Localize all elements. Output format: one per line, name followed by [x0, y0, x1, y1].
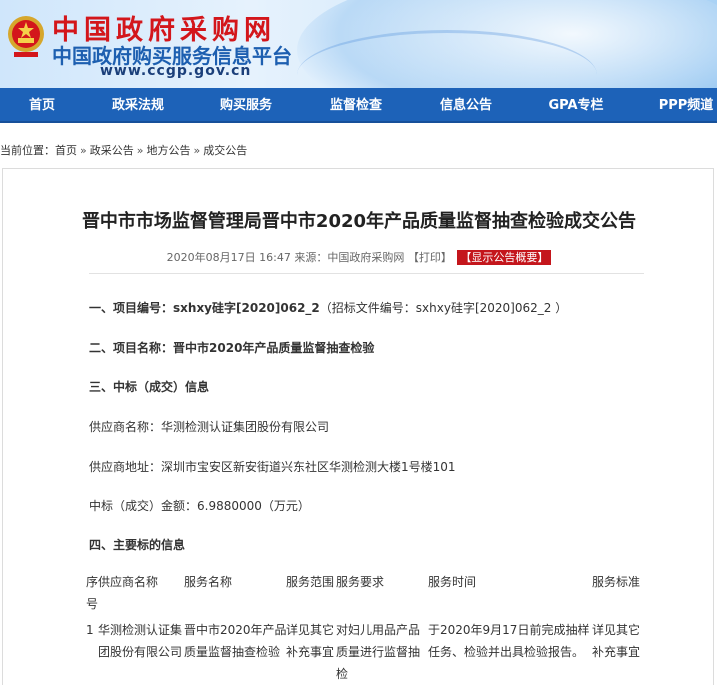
nav-item-supervision[interactable]: 监督检查	[318, 88, 394, 123]
show-summary-button[interactable]: 【显示公告概要】	[457, 250, 552, 265]
table-header-no: 序	[86, 575, 99, 589]
table-header-service: 服务名称	[184, 575, 233, 589]
site-url: www.ccgp.gov.cn	[100, 63, 252, 79]
nav-item-announcements[interactable]: 信息公告	[428, 88, 504, 123]
table-cell-requirement-3: 检	[336, 667, 349, 681]
table-cell-time-2: 任务、检验并出具检验报告。	[428, 645, 585, 659]
items-table-body: 序 号 供应商名称 服务名称 服务范围 服务要求 服务时间 服务标准 1 华测检…	[86, 571, 646, 685]
table-cell-service-2: 质量监督抽查检验	[184, 645, 281, 659]
table-header-scope: 服务范围	[286, 575, 335, 589]
table-cell-requirement: 对妇儿用品产品	[336, 623, 421, 637]
supplier-name: 供应商名称：华测检测认证集团股份有限公司	[89, 420, 330, 434]
table-cell-scope-2: 补充事宜	[286, 645, 335, 659]
section-heading-bid-info: 三、中标（成交）信息	[89, 380, 210, 394]
breadcrumb: 当前位置：首页» 政采公告» 地方公告» 成交公告	[0, 142, 247, 158]
breadcrumb-item-local[interactable]: 地方公告	[146, 144, 190, 157]
table-cell-service: 晋中市2020年产品	[184, 623, 287, 637]
nav-item-ppp[interactable]: PPP频道	[648, 88, 717, 123]
article-title: 晋中市市场监督管理局晋中市2020年产品质量监督抽查检验成交公告	[81, 211, 637, 232]
breadcrumb-separator: »	[193, 144, 201, 157]
breadcrumb-item-home[interactable]: 首页	[55, 144, 77, 157]
project-name-value: 晋中市2020年产品质量监督抽查检验	[173, 341, 375, 355]
project-number-line: 一、项目编号：sxhxy硅字[2020]062_2（招标文件编号：sxhxy硅字…	[89, 299, 567, 316]
article-meta: 2020年08月17日 16:47 来源：中国政府采购网 【打印】 【显示公告概…	[3, 249, 715, 265]
table-cell-requirement-2: 质量进行监督抽	[336, 645, 421, 659]
table-cell-standard: 详见其它	[592, 623, 641, 637]
table-cell-supplier: 华测检测认证集	[98, 623, 183, 637]
divider	[89, 273, 644, 274]
breadcrumb-prefix: 当前位置：	[0, 144, 55, 157]
table-cell-scope: 详见其它	[286, 623, 335, 637]
table-header-standard: 服务标准	[592, 575, 641, 589]
table-header-no-2: 号	[86, 597, 99, 611]
table-header-supplier: 供应商名称	[98, 575, 159, 589]
supplier-address: 供应商地址：深圳市宝安区新安街道兴东社区华测检测大楼1号楼101	[89, 460, 456, 474]
table-cell-time: 于2020年9月17日前完成抽样	[428, 623, 590, 637]
table-cell-supplier-2: 团股份有限公司	[98, 645, 183, 659]
project-name-line: 二、项目名称：晋中市2020年产品质量监督抽查检验	[89, 339, 374, 356]
nav-item-purchase-services[interactable]: 购买服务	[208, 88, 284, 123]
project-name-label: 二、项目名称：	[89, 341, 174, 355]
tender-doc-number: （招标文件编号：sxhxy硅字[2020]062_2 ）	[319, 301, 568, 315]
breadcrumb-separator: »	[80, 144, 87, 157]
project-number-value: sxhxy硅字[2020]062_2	[173, 301, 320, 315]
breadcrumb-separator: »	[136, 144, 144, 157]
publish-info: 2020年08月17日 16:47 来源：中国政府采购网	[166, 251, 405, 264]
project-number-label: 一、项目编号：	[89, 301, 174, 315]
breadcrumb-item-procurement[interactable]: 政采公告	[90, 144, 134, 157]
bid-amount: 中标（成交）金额：6.9880000（万元）	[89, 499, 310, 513]
nav-item-regulations[interactable]: 政采法规	[100, 88, 176, 123]
table-cell-no: 1	[86, 623, 94, 637]
table-header-requirement: 服务要求	[336, 575, 385, 589]
main-nav: 首页 政采法规 购买服务 监督检查 信息公告 GPA专栏 PPP频道	[0, 88, 717, 123]
print-link[interactable]: 【打印】	[408, 251, 452, 264]
section-heading-main-items: 四、主要标的信息	[89, 538, 186, 552]
table-header-time: 服务时间	[428, 575, 477, 589]
table-cell-standard-2: 补充事宜	[592, 645, 641, 659]
national-emblem-icon	[8, 16, 44, 57]
nav-item-home[interactable]: 首页	[10, 88, 74, 123]
breadcrumb-item-deal[interactable]: 成交公告	[203, 144, 247, 157]
site-header-banner: 中国政府采购网 中国政府购买服务信息平台 www.ccgp.gov.cn	[0, 0, 717, 88]
nav-item-gpa[interactable]: GPA专栏	[538, 88, 614, 123]
